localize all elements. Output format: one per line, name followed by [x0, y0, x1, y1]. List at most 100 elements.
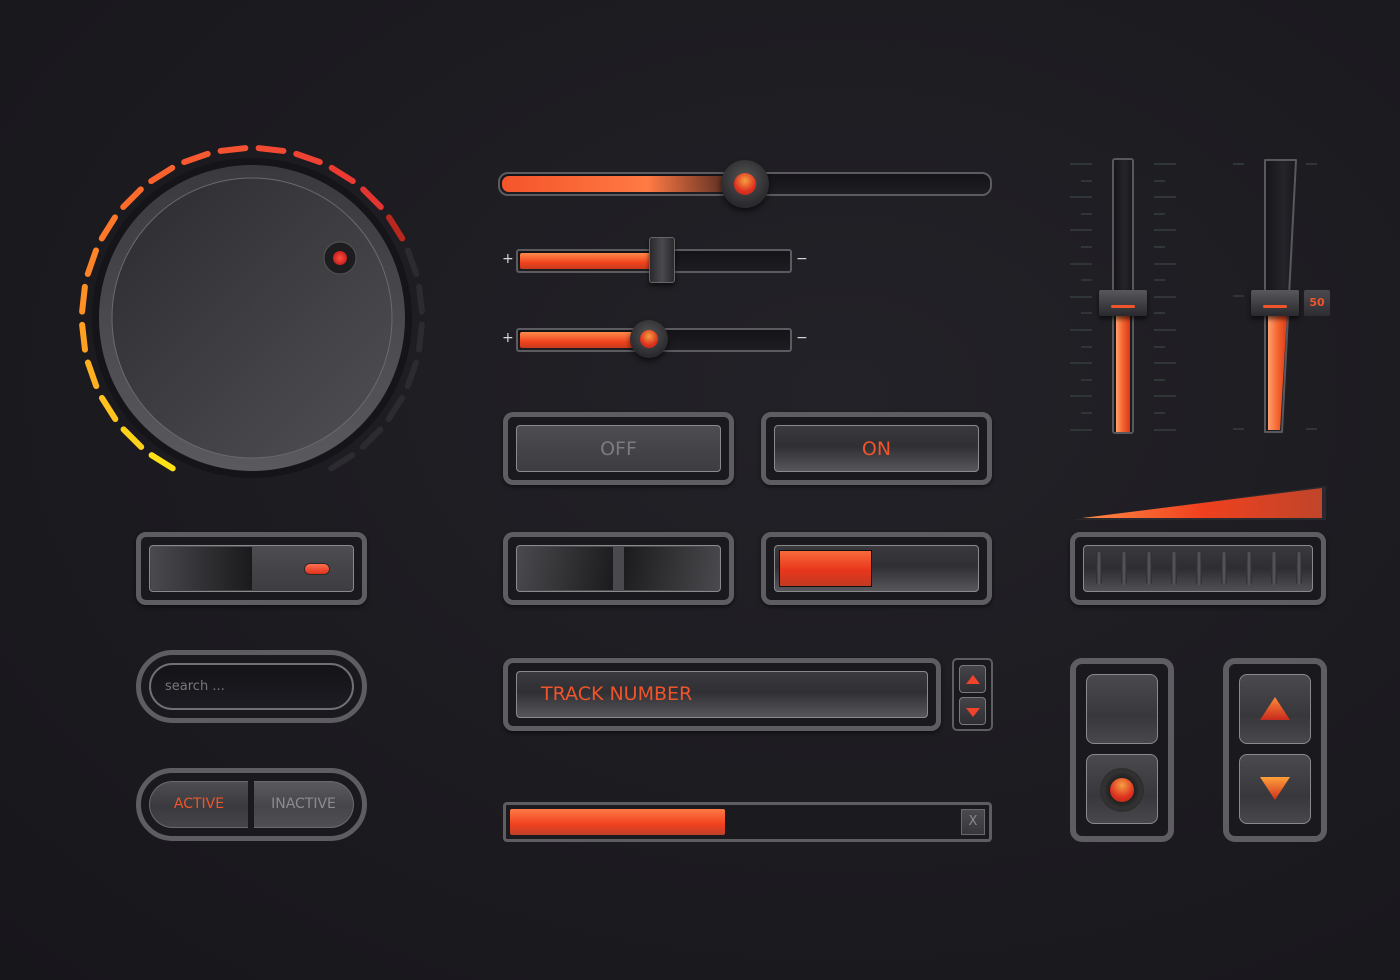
- rocker-bottom-button[interactable]: [1086, 754, 1158, 824]
- grip-wheel[interactable]: [1083, 545, 1313, 592]
- on-button[interactable]: ON: [774, 425, 979, 472]
- slider-round[interactable]: + −: [498, 318, 818, 362]
- knob-segment-unlit: [404, 247, 420, 277]
- scale-tick: [1154, 428, 1176, 431]
- led-switch[interactable]: [149, 545, 354, 592]
- track-up-button[interactable]: [959, 665, 986, 693]
- scale-tick: [1154, 295, 1176, 298]
- search-input[interactable]: [149, 663, 354, 710]
- fader-left-handle-line: [1111, 305, 1135, 308]
- off-button[interactable]: OFF: [516, 425, 721, 472]
- knob-segment-lit: [255, 145, 287, 154]
- knob-segment-lit: [293, 150, 323, 166]
- record-dot-icon: [1110, 778, 1134, 802]
- slider-square[interactable]: + −: [498, 235, 818, 285]
- grip-ridge: [1146, 552, 1152, 585]
- scale-tick: [1081, 179, 1092, 182]
- segment-active-label: ACTIVE: [173, 796, 225, 812]
- fader-right-handle[interactable]: [1251, 290, 1299, 316]
- track-down-button[interactable]: [959, 697, 986, 725]
- knob-segment-lit: [79, 283, 88, 315]
- grip-ridge: [1171, 552, 1177, 585]
- down-button[interactable]: [1239, 754, 1311, 824]
- off-button-frame: OFF: [503, 412, 734, 485]
- scale-tick: [1081, 378, 1092, 381]
- slider-3-thumb[interactable]: [629, 320, 668, 358]
- split-switch-frame: [503, 532, 734, 605]
- grip-ridge: [1196, 552, 1202, 585]
- scale-tick: [1154, 196, 1176, 199]
- red-switch[interactable]: [774, 545, 979, 592]
- split-switch-left[interactable]: [518, 547, 613, 590]
- scale-tick: [1070, 262, 1092, 265]
- on-button-frame: ON: [761, 412, 992, 485]
- progress-bar-fill: [510, 809, 725, 835]
- grip-ridge: [1246, 552, 1252, 585]
- scale-tick: [1154, 312, 1165, 315]
- slider-2-plus-label[interactable]: +: [502, 251, 514, 267]
- slider-2-thumb[interactable]: [649, 237, 676, 283]
- knob-segment-lit: [360, 186, 384, 211]
- led-indicator-icon: [305, 564, 329, 574]
- on-button-label: ON: [861, 438, 892, 460]
- led-switch-paddle[interactable]: [151, 547, 252, 590]
- triangle-down-icon: [966, 708, 980, 717]
- rocker-top-button[interactable]: [1086, 674, 1158, 744]
- up-button[interactable]: [1239, 674, 1311, 744]
- track-stepper: [952, 658, 993, 731]
- scale-tick: [1154, 378, 1165, 381]
- main-slider-fill: [502, 176, 745, 192]
- slider-3-plus-label[interactable]: +: [502, 330, 514, 346]
- volume-ramp[interactable]: [1068, 482, 1330, 524]
- led-switch-frame: [136, 532, 367, 605]
- fader-right-readout: 50: [1304, 290, 1330, 316]
- red-switch-paddle[interactable]: [779, 550, 872, 587]
- scale-tick: [1081, 345, 1092, 348]
- grip-ridge: [1221, 552, 1227, 585]
- knob-segment-lit: [84, 359, 100, 390]
- scale-tick: [1233, 295, 1244, 297]
- track-number-frame: TRACK NUMBER: [503, 658, 941, 731]
- scale-tick: [1233, 428, 1244, 430]
- scale-tick: [1154, 179, 1165, 182]
- progress-close-button[interactable]: X: [961, 809, 985, 835]
- knob-segment-lit: [120, 186, 144, 211]
- scale-tick: [1070, 295, 1092, 298]
- knob-segment-lit: [386, 214, 406, 242]
- knob-graphic[interactable]: [60, 130, 450, 490]
- slider-3-minus-label[interactable]: −: [796, 330, 808, 346]
- scale-tick: [1154, 262, 1176, 265]
- search-frame: [136, 650, 367, 723]
- split-switch[interactable]: [516, 545, 721, 592]
- scale-tick: [1070, 329, 1092, 331]
- red-switch-frame: [761, 532, 992, 605]
- segment-inactive[interactable]: INACTIVE: [254, 781, 354, 828]
- split-switch-right[interactable]: [624, 547, 719, 590]
- knob-indicator-dot: [333, 251, 347, 265]
- scale-tick: [1154, 163, 1176, 165]
- track-number-display[interactable]: TRACK NUMBER: [516, 671, 928, 718]
- fader-left-handle[interactable]: [1099, 290, 1147, 316]
- scale-tick: [1154, 229, 1176, 232]
- slider-2-fill: [520, 253, 652, 269]
- knob-segment-lit: [79, 321, 88, 353]
- knob-face[interactable]: [111, 177, 393, 459]
- main-slider-thumb[interactable]: [721, 160, 769, 208]
- scale-tick: [1070, 196, 1092, 199]
- scale-tick: [1070, 229, 1092, 232]
- off-button-label: OFF: [600, 438, 637, 460]
- main-slider[interactable]: [498, 160, 992, 208]
- knob-segment-unlit: [416, 283, 425, 315]
- grip-ridge: [1096, 552, 1102, 585]
- knob-segment-unlit: [328, 452, 356, 472]
- scale-tick: [1233, 163, 1244, 165]
- scale-tick: [1154, 212, 1165, 215]
- rotary-knob[interactable]: [60, 130, 450, 490]
- knob-segment-lit: [217, 145, 249, 154]
- segment-active[interactable]: ACTIVE: [149, 781, 248, 828]
- grip-ridge: [1271, 552, 1277, 585]
- fader-left-fill: [1116, 307, 1130, 432]
- slider-2-minus-label[interactable]: −: [796, 251, 808, 267]
- knob-segment-lit: [148, 164, 176, 185]
- knob-segment-unlit: [359, 426, 384, 450]
